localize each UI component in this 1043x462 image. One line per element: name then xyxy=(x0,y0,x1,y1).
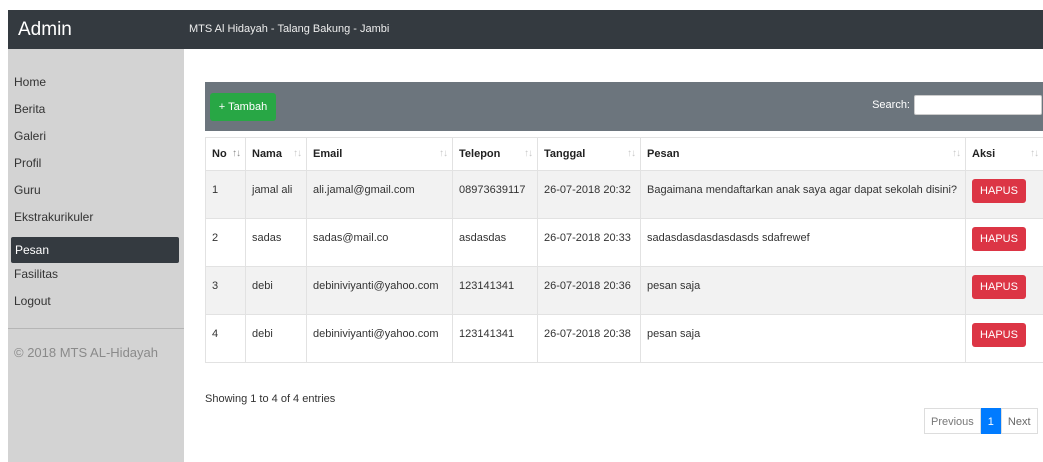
cell-tanggal: 26-07-2018 20:36 xyxy=(537,266,641,315)
table-row: 4 debi debiniviyanti@yahoo.com 123141341… xyxy=(205,314,1043,363)
pagination-page-1[interactable]: 1 xyxy=(980,408,1001,434)
table-row: 2 sadas sadas@mail.co asdasdas 26-07-201… xyxy=(205,218,1043,267)
sidebar-divider xyxy=(8,328,184,329)
delete-button[interactable]: HAPUS xyxy=(972,179,1026,203)
table-row: 3 debi debiniviyanti@yahoo.com 123141341… xyxy=(205,266,1043,315)
cell-nama: debi xyxy=(245,266,307,315)
cell-email: debiniviyanti@yahoo.com xyxy=(306,314,453,363)
cell-aksi: HAPUS xyxy=(965,170,1043,219)
sidebar-item-berita[interactable]: Berita xyxy=(8,102,184,129)
delete-button[interactable]: HAPUS xyxy=(972,275,1026,299)
cell-nama: jamal ali xyxy=(245,170,307,219)
site-title: MTS Al Hidayah - Talang Bakung - Jambi xyxy=(189,23,390,35)
messages-table: No ↑↓ Nama ↑↓ Email ↑↓ Telepon ↑↓ Tanggal ↑↓ … xyxy=(205,137,1043,363)
table-header-row: No ↑↓ Nama ↑↓ Email ↑↓ Telepon ↑↓ Tanggal ↑↓ … xyxy=(205,137,1043,171)
pagination-next[interactable]: Next xyxy=(1000,408,1038,434)
column-header-aksi[interactable]: Aksi ↑↓ xyxy=(965,137,1043,171)
sidebar-item-logout[interactable]: Logout xyxy=(8,294,184,321)
cell-pesan: Bagaimana mendaftarkan anak saya agar da… xyxy=(640,170,966,219)
cell-tanggal: 26-07-2018 20:38 xyxy=(537,314,641,363)
cell-telepon: 123141341 xyxy=(452,314,538,363)
cell-telepon: 123141341 xyxy=(452,266,538,315)
column-header-telepon[interactable]: Telepon ↑↓ xyxy=(452,137,538,171)
cell-telepon: 08973639117 xyxy=(452,170,538,219)
sort-icon: ↑↓ xyxy=(627,148,636,159)
sidebar-item-ekstrakurikuler[interactable]: Ekstrakurikuler xyxy=(8,210,184,237)
delete-button[interactable]: HAPUS xyxy=(972,227,1026,251)
cell-nama: sadas xyxy=(245,218,307,267)
cell-pesan: pesan saja xyxy=(640,314,966,363)
cell-email: debiniviyanti@yahoo.com xyxy=(306,266,453,315)
sidebar-item-label: Fasilitas xyxy=(14,267,59,281)
sidebar-item-label: Berita xyxy=(14,102,46,116)
sidebar-item-galeri[interactable]: Galeri xyxy=(8,129,184,156)
sidebar-item-label: Profil xyxy=(14,156,42,170)
sidebar-item-profil[interactable]: Profil xyxy=(8,156,184,183)
top-bar: MTS Al Hidayah - Talang Bakung - Jambi xyxy=(184,10,1043,49)
cell-tanggal: 26-07-2018 20:32 xyxy=(537,170,641,219)
sort-icon: ↑↓ xyxy=(1030,148,1039,159)
sort-icon: ↑↓ xyxy=(439,148,448,159)
sidebar-item-label: Pesan xyxy=(15,243,50,257)
sidebar: Admin Home Berita Galeri Profil Guru Eks… xyxy=(8,10,184,462)
cell-no: 4 xyxy=(205,314,246,363)
cell-no: 2 xyxy=(205,218,246,267)
table-info: Showing 1 to 4 of 4 entries xyxy=(205,393,336,405)
cell-no: 1 xyxy=(205,170,246,219)
sidebar-item-label: Home xyxy=(14,75,47,89)
sidebar-item-label: Guru xyxy=(14,183,41,197)
search-label: Search: xyxy=(872,99,910,111)
sidebar-item-home[interactable]: Home xyxy=(8,75,184,102)
sidebar-item-guru[interactable]: Guru xyxy=(8,183,184,210)
cell-pesan: sadasdasdasdasdasds sdafrewef xyxy=(640,218,966,267)
cell-tanggal: 26-07-2018 20:33 xyxy=(537,218,641,267)
column-header-no[interactable]: No ↑↓ xyxy=(205,137,246,171)
cell-email: sadas@mail.co xyxy=(306,218,453,267)
table-row: 1 jamal ali ali.jamal@gmail.com 08973639… xyxy=(205,170,1043,219)
cell-nama: debi xyxy=(245,314,307,363)
sidebar-item-pesan[interactable]: Pesan xyxy=(11,237,179,263)
pagination: Previous 1 Next xyxy=(924,408,1038,434)
delete-button[interactable]: HAPUS xyxy=(972,323,1026,347)
search-input[interactable] xyxy=(914,95,1042,115)
sort-icon: ↑↓ xyxy=(293,148,302,159)
cell-no: 3 xyxy=(205,266,246,315)
column-header-nama[interactable]: Nama ↑↓ xyxy=(245,137,307,171)
sort-icon: ↑↓ xyxy=(232,148,241,159)
sort-icon: ↑↓ xyxy=(952,148,961,159)
cell-telepon: asdasdas xyxy=(452,218,538,267)
cell-email: ali.jamal@gmail.com xyxy=(306,170,453,219)
column-header-email[interactable]: Email ↑↓ xyxy=(306,137,453,171)
cell-aksi: HAPUS xyxy=(965,218,1043,267)
column-header-pesan[interactable]: Pesan ↑↓ xyxy=(640,137,966,171)
column-header-tanggal[interactable]: Tanggal ↑↓ xyxy=(537,137,641,171)
sidebar-item-label: Galeri xyxy=(14,129,47,143)
add-button[interactable]: + Tambah xyxy=(210,93,276,121)
table-toolbar: + Tambah Search: xyxy=(205,82,1043,131)
pagination-previous[interactable]: Previous xyxy=(924,408,981,434)
sidebar-footer: © 2018 MTS AL-Hidayah xyxy=(14,345,158,360)
sidebar-item-label: Ekstrakurikuler xyxy=(14,210,94,224)
brand-title: Admin xyxy=(8,10,184,49)
sidebar-nav: Home Berita Galeri Profil Guru Ekstrakur… xyxy=(8,75,184,321)
cell-aksi: HAPUS xyxy=(965,266,1043,315)
cell-pesan: pesan saja xyxy=(640,266,966,315)
cell-aksi: HAPUS xyxy=(965,314,1043,363)
sidebar-item-label: Logout xyxy=(14,294,51,308)
sidebar-item-fasilitas[interactable]: Fasilitas xyxy=(8,267,184,294)
sort-icon: ↑↓ xyxy=(524,148,533,159)
